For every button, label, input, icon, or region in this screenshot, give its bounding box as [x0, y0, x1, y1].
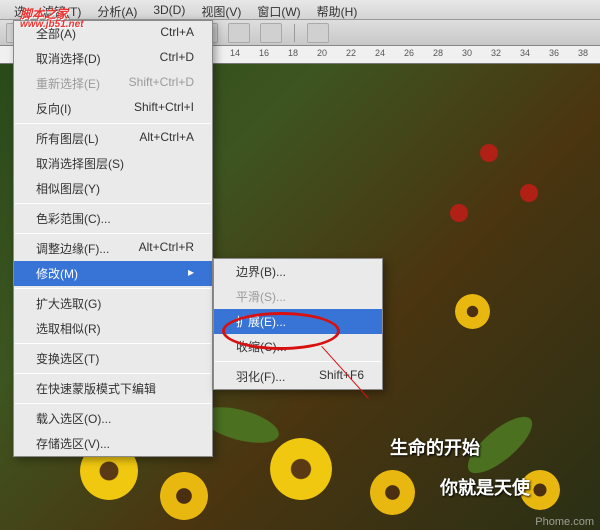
- menu-item[interactable]: 分析(A): [89, 0, 145, 19]
- menu-item-shortcut: Ctrl+D: [160, 50, 194, 67]
- ruler-tick: 26: [404, 48, 414, 58]
- ruler-tick: 30: [462, 48, 472, 58]
- menu-item-label: 取消选择(D): [36, 50, 101, 67]
- menu-item-label: 存储选区(V)...: [36, 435, 110, 452]
- ruler-tick: 32: [491, 48, 501, 58]
- menu-item[interactable]: 3D(D): [145, 0, 193, 19]
- watermark-corner: Phome.com: [535, 516, 594, 528]
- submenu-item[interactable]: 羽化(F)... Shift+F6: [214, 364, 382, 389]
- tool-btn[interactable]: [307, 23, 329, 43]
- menu-item-shortcut: Alt+Ctrl+A: [139, 130, 194, 147]
- menu-item[interactable]: 在快速蒙版模式下编辑: [14, 376, 212, 401]
- menu-item[interactable]: 变换选区(T): [14, 346, 212, 371]
- menu-item[interactable]: 相似图层(Y): [14, 176, 212, 201]
- menu-item[interactable]: 取消选择图层(S): [14, 151, 212, 176]
- menu-item[interactable]: 修改(M): [14, 261, 212, 286]
- menu-item[interactable]: 存储选区(V)...: [14, 431, 212, 456]
- menu-item[interactable]: 窗口(W): [249, 0, 308, 19]
- caption-line1: 生命的开始: [390, 434, 480, 460]
- watermark-url: www.jb51.net: [20, 19, 84, 30]
- caption-line2: 你就是天使: [440, 474, 530, 500]
- menu-item: 重新选择(E) Shift+Ctrl+D: [14, 71, 212, 96]
- menu-item[interactable]: 选取相似(R): [14, 316, 212, 341]
- menu-item-label: 重新选择(E): [36, 75, 100, 92]
- menu-item-label: 平滑(S)...: [236, 288, 286, 305]
- menu-item[interactable]: 调整边缘(F)... Alt+Ctrl+R: [14, 236, 212, 261]
- submenu-item: 平滑(S)...: [214, 284, 382, 309]
- ruler-tick: 34: [520, 48, 530, 58]
- menu-separator: [15, 403, 211, 404]
- submenu-item[interactable]: 扩展(E)...: [214, 309, 382, 334]
- menu-item[interactable]: 视图(V): [193, 0, 249, 19]
- menu-item-label: 反向(I): [36, 100, 71, 117]
- menu-item-shortcut: Shift+Ctrl+I: [134, 100, 194, 117]
- ruler-tick: 38: [578, 48, 588, 58]
- menu-separator: [215, 361, 381, 362]
- ruler-tick: 20: [317, 48, 327, 58]
- menu-item[interactable]: 所有图层(L) Alt+Ctrl+A: [14, 126, 212, 151]
- submenu-item[interactable]: 边界(B)...: [214, 259, 382, 284]
- menu-item-label: 在快速蒙版模式下编辑: [36, 380, 156, 397]
- menu-item[interactable]: 帮助(H): [309, 0, 366, 19]
- menu-item-shortcut: Shift+F6: [319, 368, 364, 385]
- menu-item-label: 所有图层(L): [36, 130, 99, 147]
- menu-item-label: 收缩(C)...: [236, 338, 287, 355]
- menu-item-label: 选取相似(R): [36, 320, 101, 337]
- menu-item[interactable]: 载入选区(O)...: [14, 406, 212, 431]
- tool-btn[interactable]: [228, 23, 250, 43]
- ruler-tick: 18: [288, 48, 298, 58]
- site-watermark: 脚本之家 www.jb51.net: [20, 2, 84, 30]
- menu-item[interactable]: 扩大选取(G): [14, 291, 212, 316]
- menu-item-label: 修改(M): [36, 265, 78, 282]
- menu-item-shortcut: Ctrl+A: [160, 25, 194, 42]
- menu-separator: [15, 288, 211, 289]
- menubar: 选滤镜(T)分析(A)3D(D)视图(V)窗口(W)帮助(H): [0, 0, 600, 20]
- tool-btn[interactable]: [260, 23, 282, 43]
- ruler-tick: 22: [346, 48, 356, 58]
- ruler-tick: 16: [259, 48, 269, 58]
- menu-item[interactable]: 反向(I) Shift+Ctrl+I: [14, 96, 212, 121]
- menu-item-label: 取消选择图层(S): [36, 155, 124, 172]
- select-menu-dropdown: 全部(A)Ctrl+A取消选择(D)Ctrl+D重新选择(E)Shift+Ctr…: [13, 20, 213, 457]
- menu-separator: [15, 203, 211, 204]
- menu-item-label: 载入选区(O)...: [36, 410, 111, 427]
- menu-separator: [15, 233, 211, 234]
- menu-item-shortcut: Shift+Ctrl+D: [129, 75, 194, 92]
- ruler-tick: 14: [230, 48, 240, 58]
- menu-item-label: 相似图层(Y): [36, 180, 100, 197]
- submenu-item[interactable]: 收缩(C)...: [214, 334, 382, 359]
- menu-item-label: 扩大选取(G): [36, 295, 101, 312]
- menu-item-label: 扩展(E)...: [236, 313, 286, 330]
- ruler-tick: 24: [375, 48, 385, 58]
- menu-separator: [15, 343, 211, 344]
- menu-item-label: 变换选区(T): [36, 350, 99, 367]
- menu-item-label: 边界(B)...: [236, 263, 286, 280]
- modify-submenu: 边界(B)... 平滑(S)... 扩展(E)... 收缩(C)... 羽化(F)...…: [213, 258, 383, 390]
- ruler-tick: 28: [433, 48, 443, 58]
- menu-item-shortcut: Alt+Ctrl+R: [139, 240, 194, 257]
- menu-item-label: 调整边缘(F)...: [36, 240, 109, 257]
- menu-item-label: 羽化(F)...: [236, 368, 285, 385]
- menu-separator: [15, 373, 211, 374]
- separator: [294, 24, 295, 42]
- menu-item-label: 色彩范围(C)...: [36, 210, 111, 227]
- ruler-tick: 36: [549, 48, 559, 58]
- menu-item[interactable]: 色彩范围(C)...: [14, 206, 212, 231]
- menu-separator: [15, 123, 211, 124]
- menu-item[interactable]: 取消选择(D) Ctrl+D: [14, 46, 212, 71]
